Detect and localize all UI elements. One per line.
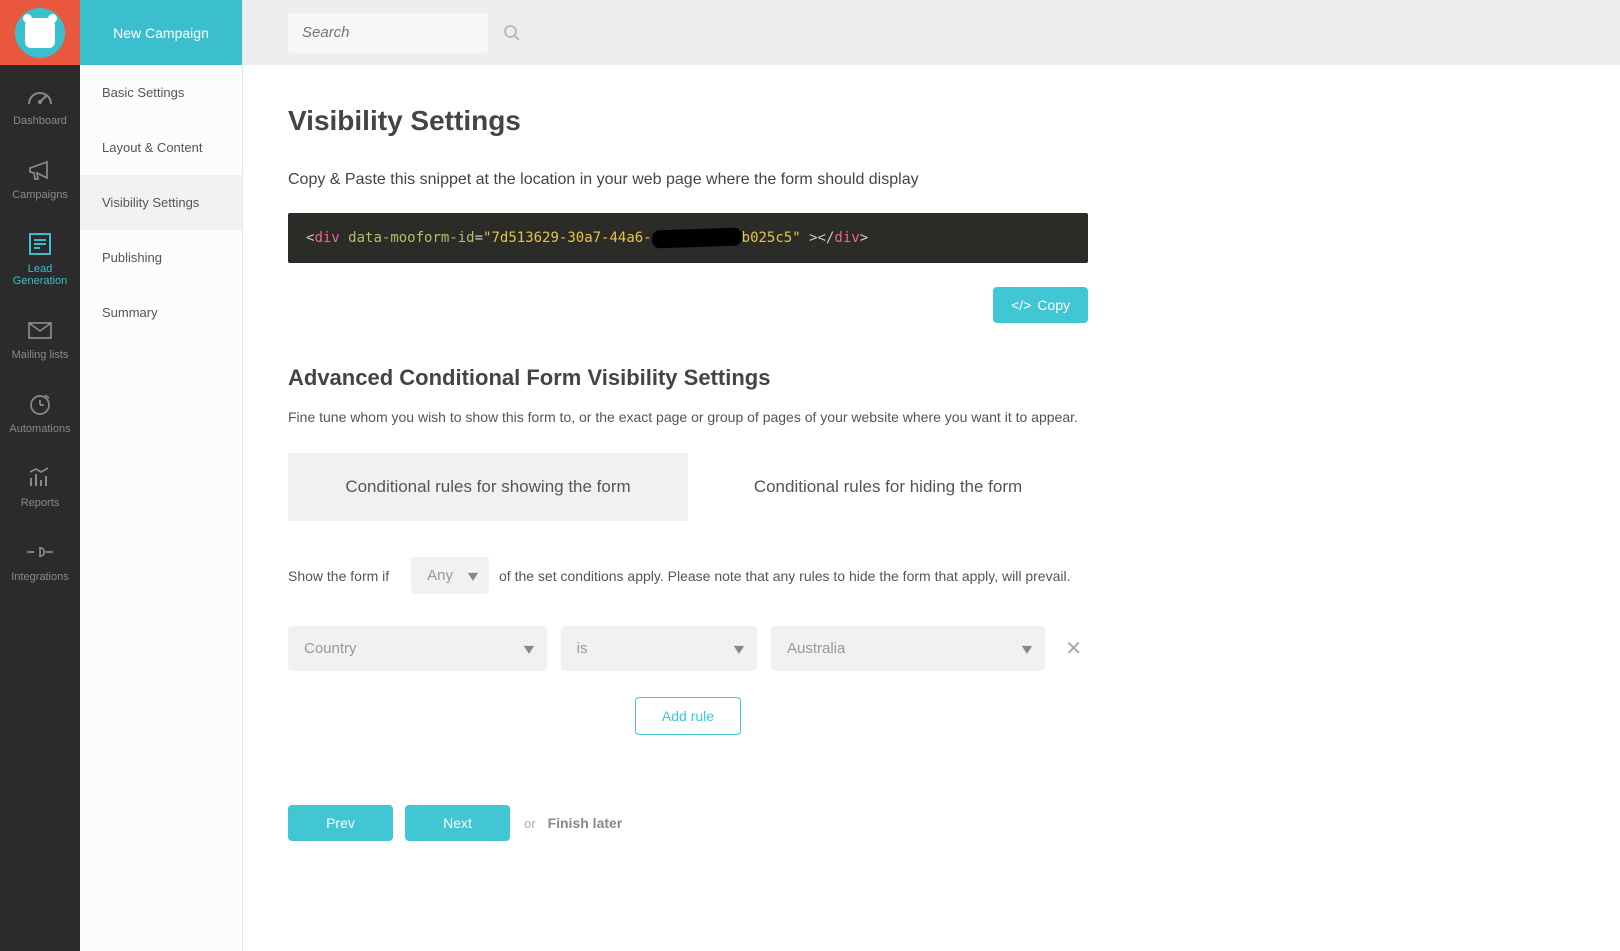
plug-icon <box>27 539 53 565</box>
brand-logo[interactable] <box>0 0 80 65</box>
tab-hide-rules[interactable]: Conditional rules for hiding the form <box>688 453 1088 521</box>
search-input[interactable] <box>302 24 503 41</box>
finish-later-link[interactable]: Finish later <box>548 815 623 831</box>
remove-rule-button[interactable]: ✕ <box>1059 632 1088 665</box>
snippet-instruction: Copy & Paste this snippet at the locatio… <box>288 169 1088 191</box>
gauge-icon <box>27 83 53 109</box>
tab-show-rules[interactable]: Conditional rules for showing the form <box>288 453 688 521</box>
envelope-icon <box>27 317 53 343</box>
nav-integrations[interactable]: Integrations <box>0 521 80 595</box>
rule-field-select[interactable]: Country <box>288 626 547 671</box>
megaphone-icon <box>27 157 53 183</box>
rule-operator-select[interactable]: is <box>561 626 757 671</box>
nav-lead-generation[interactable]: Lead Generation <box>0 213 80 299</box>
add-rule-button[interactable]: Add rule <box>635 697 741 735</box>
cow-icon <box>25 18 55 48</box>
search-box[interactable] <box>288 13 488 53</box>
rule-sentence: Show the form if Any of the set conditio… <box>288 557 1088 594</box>
subnav-layout-content[interactable]: Layout & Content <box>80 120 242 175</box>
search-icon <box>503 24 521 42</box>
rule-value-select[interactable]: Australia <box>771 626 1045 671</box>
rule-row: Country is Australia ✕ <box>288 626 1088 671</box>
redacted-icon <box>651 228 742 249</box>
nav-automations[interactable]: Automations <box>0 373 80 447</box>
subnav-visibility-settings[interactable]: Visibility Settings <box>80 175 242 230</box>
prev-button[interactable]: Prev <box>288 805 393 841</box>
subnav-basic-settings[interactable]: Basic Settings <box>80 65 242 120</box>
subnav-summary[interactable]: Summary <box>80 285 242 340</box>
subnav-header[interactable]: New Campaign <box>80 0 242 65</box>
bottom-actions: Prev Next or Finish later <box>288 805 1088 841</box>
or-text: or <box>524 816 536 831</box>
nav-dashboard[interactable]: Dashboard <box>0 65 80 139</box>
visibility-tabs: Conditional rules for showing the form C… <box>288 453 1088 521</box>
advanced-subtext: Fine tune whom you wish to show this for… <box>288 409 1088 425</box>
copy-button[interactable]: </> Copy <box>993 287 1088 323</box>
code-icon: </> <box>1011 297 1031 313</box>
nav-reports[interactable]: Reports <box>0 447 80 521</box>
chart-icon <box>27 465 53 491</box>
content: Visibility Settings Copy & Paste this sn… <box>243 65 1620 951</box>
nav-campaigns[interactable]: Campaigns <box>0 139 80 213</box>
page-title: Visibility Settings <box>288 105 1088 137</box>
subnav: New Campaign Basic Settings Layout & Con… <box>80 0 243 951</box>
subnav-publishing[interactable]: Publishing <box>80 230 242 285</box>
clock-icon <box>27 391 53 417</box>
form-icon <box>27 231 53 257</box>
main: Visibility Settings Copy & Paste this sn… <box>243 0 1620 951</box>
any-all-select[interactable]: Any <box>411 557 489 594</box>
topbar <box>243 0 1620 65</box>
next-button[interactable]: Next <box>405 805 510 841</box>
snippet-code[interactable]: <div data-mooform-id="7d513629-30a7-44a6… <box>288 213 1088 263</box>
nav-mailing-lists[interactable]: Mailing lists <box>0 299 80 373</box>
nav-rail: Dashboard Campaigns Lead Generation Mail… <box>0 0 80 951</box>
advanced-title: Advanced Conditional Form Visibility Set… <box>288 365 1088 391</box>
